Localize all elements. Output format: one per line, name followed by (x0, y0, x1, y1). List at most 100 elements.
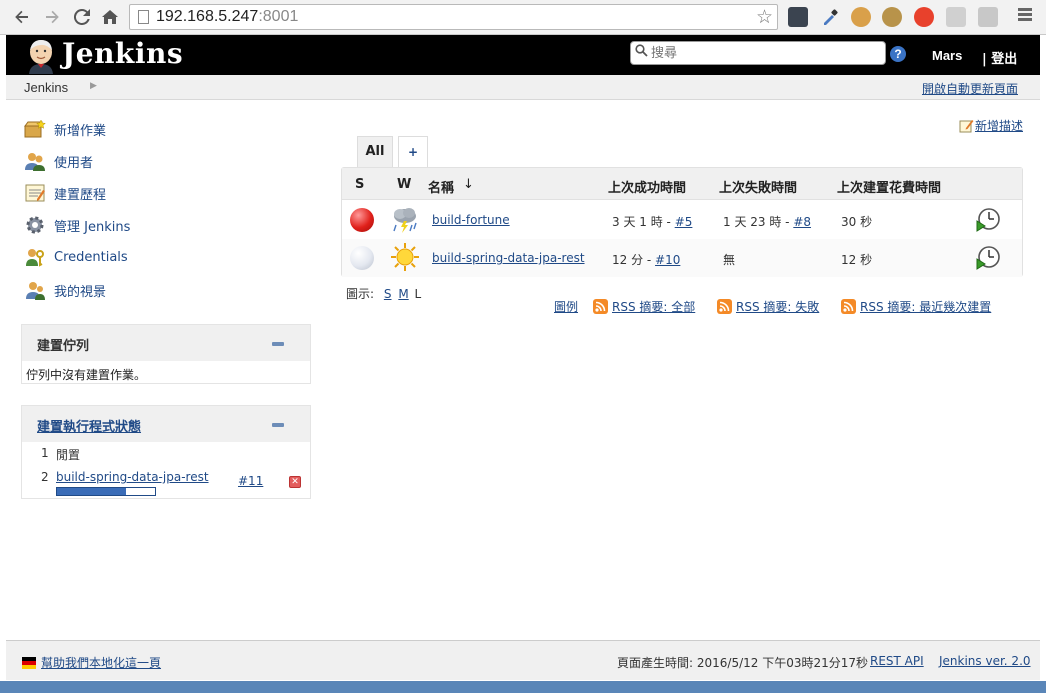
red-circle-extension-icon[interactable] (914, 7, 934, 27)
cookie-alt-icon[interactable] (882, 7, 902, 27)
sidebar-item-my-views[interactable]: 我的視景 (24, 279, 106, 301)
build-progress-bar[interactable] (56, 487, 156, 496)
icon-size-label: 圖示: (346, 287, 375, 301)
rss-feed-icon (717, 299, 732, 314)
url-host: 192.168.5.247 (156, 8, 259, 25)
icon-size-selector: 圖示: S M L (346, 285, 421, 302)
last-duration-text: 12 秒 (841, 253, 873, 267)
add-description[interactable]: 新增描述 (959, 117, 1023, 134)
column-last-duration[interactable]: 上次建置花費時間 (837, 177, 941, 196)
reload-icon[interactable] (70, 5, 94, 29)
sidebar-item-build-history[interactable]: 建置歷程 (24, 182, 106, 204)
user-icon (24, 280, 46, 300)
column-last-failure[interactable]: 上次失敗時間 (719, 177, 797, 196)
localize-link-group[interactable]: 幫助我們本地化這一頁 (22, 654, 161, 671)
stop-build-icon[interactable]: ✕ (289, 476, 301, 488)
rss-feed-icon (593, 299, 608, 314)
job-name-link[interactable]: build-fortune (432, 213, 510, 227)
extension-puzzle-icon[interactable] (788, 7, 808, 27)
column-status[interactable]: S (355, 177, 364, 192)
last-success-text: 12 分 - (612, 253, 656, 267)
legend-link[interactable]: 圖例 (554, 298, 578, 315)
column-last-success[interactable]: 上次成功時間 (608, 177, 686, 196)
last-success-build-link[interactable]: #10 (655, 253, 680, 267)
browser-menu-icon[interactable] (1018, 8, 1032, 23)
collapse-icon[interactable] (272, 342, 284, 346)
collapse-icon[interactable] (272, 423, 284, 427)
tab-new-view[interactable]: + (398, 136, 428, 168)
table-row: build-spring-data-jpa-rest 12 分 - #10 無 … (342, 239, 1022, 277)
page-icon (138, 10, 149, 24)
weather-thunderstorm-icon[interactable] (390, 204, 420, 234)
sidebar-item-credentials[interactable]: Credentials (24, 246, 128, 268)
build-queue-title: 建置佇列 (37, 339, 90, 354)
sidebar-item-label[interactable]: 管理 Jenkins (54, 216, 130, 235)
last-success-build-link[interactable]: #5 (675, 215, 693, 229)
last-failure-build-link[interactable]: #8 (793, 215, 811, 229)
search-icon (635, 44, 648, 61)
back-arrow-icon[interactable] (10, 5, 34, 29)
eyedropper-icon[interactable] (820, 7, 840, 27)
weather-sunny-icon[interactable] (390, 242, 420, 272)
browser-toolbar: 192.168.5.247:8001 ☆ (0, 0, 1046, 35)
sidebar-item-label[interactable]: 新增作業 (54, 120, 106, 139)
home-icon[interactable] (98, 5, 122, 29)
search-input[interactable] (651, 45, 879, 60)
rss-all[interactable]: RSS 摘要: 全部 (593, 298, 695, 315)
schedule-build-icon[interactable] (976, 246, 1000, 270)
localize-link[interactable]: 幫助我們本地化這一頁 (41, 654, 161, 671)
help-icon[interactable]: ? (890, 46, 906, 62)
executor-build-link[interactable]: #11 (238, 474, 263, 488)
job-name-link[interactable]: build-spring-data-jpa-rest (432, 251, 585, 265)
column-name[interactable]: 名稱 (428, 177, 454, 196)
tab-all[interactable]: All (357, 136, 393, 168)
sidebar-item-manage-jenkins[interactable]: 管理 Jenkins (24, 214, 130, 236)
jenkins-butler-logo-icon[interactable] (24, 38, 58, 74)
sidebar-item-label[interactable]: 使用者 (54, 152, 93, 171)
sort-arrow-icon: ↓ (463, 177, 474, 192)
add-description-link[interactable]: 新增描述 (975, 117, 1023, 134)
schedule-build-icon[interactable] (976, 208, 1000, 232)
jenkins-version-link[interactable]: Jenkins ver. 2.0 (939, 654, 1031, 668)
rss-failed-link[interactable]: RSS 摘要: 失敗 (736, 298, 819, 315)
executor-status: 閒置 (56, 448, 81, 462)
rss-latest[interactable]: RSS 摘要: 最近幾次建置 (841, 298, 991, 315)
icon-size-large: L (414, 287, 422, 301)
user-link[interactable]: Mars (932, 48, 962, 63)
last-failure-text: 1 天 23 時 - (723, 215, 794, 229)
credentials-icon (24, 247, 46, 267)
executor-job-link[interactable]: build-spring-data-jpa-rest (56, 470, 209, 484)
rss-failed[interactable]: RSS 摘要: 失敗 (717, 298, 819, 315)
logout-link[interactable]: | 登出 (982, 48, 1017, 67)
sidebar-item-people[interactable]: 使用者 (24, 150, 93, 172)
rest-api-link[interactable]: REST API (870, 654, 924, 668)
rss-latest-link[interactable]: RSS 摘要: 最近幾次建置 (860, 298, 991, 315)
column-weather[interactable]: W (397, 177, 411, 192)
last-success-text: 3 天 1 時 - (612, 215, 675, 229)
rss-all-link[interactable]: RSS 摘要: 全部 (612, 298, 695, 315)
breadcrumb: Jenkins ▶ 開啟自動更新頁面 (6, 75, 1040, 100)
people-icon (24, 151, 46, 171)
cookie-icon[interactable] (851, 7, 871, 27)
enable-auto-refresh-link[interactable]: 開啟自動更新頁面 (922, 80, 1018, 97)
breadcrumb-arrow-icon[interactable]: ▶ (90, 81, 97, 91)
jobs-table: S W 名稱 ↓ 上次成功時間 上次失敗時間 上次建置花費時間 build-fo… (341, 167, 1023, 277)
jenkins-logo-text[interactable]: Jenkins (62, 37, 183, 70)
sidebar-item-label[interactable]: 建置歷程 (54, 184, 106, 203)
layout-extension-icon[interactable] (946, 7, 966, 27)
status-notbuilt-icon[interactable] (350, 246, 374, 270)
icon-size-medium[interactable]: M (398, 287, 408, 301)
page-extension-icon[interactable] (978, 7, 998, 27)
jobs-table-header: S W 名稱 ↓ 上次成功時間 上次失敗時間 上次建置花費時間 (342, 168, 1022, 200)
forward-arrow-icon[interactable] (40, 5, 64, 29)
icon-size-small[interactable]: S (384, 287, 392, 301)
address-bar[interactable]: 192.168.5.247:8001 ☆ (129, 4, 778, 30)
sidebar-item-label[interactable]: Credentials (54, 250, 128, 265)
breadcrumb-jenkins-link[interactable]: Jenkins (24, 80, 68, 95)
status-red-icon[interactable] (350, 208, 374, 232)
executors-title-link[interactable]: 建置執行程式狀態 (37, 416, 141, 435)
sidebar-item-new-item[interactable]: 新增作業 (24, 118, 106, 140)
sidebar-item-label[interactable]: 我的視景 (54, 281, 106, 300)
bookmark-star-icon[interactable]: ☆ (756, 6, 773, 28)
search-box[interactable] (630, 41, 886, 65)
